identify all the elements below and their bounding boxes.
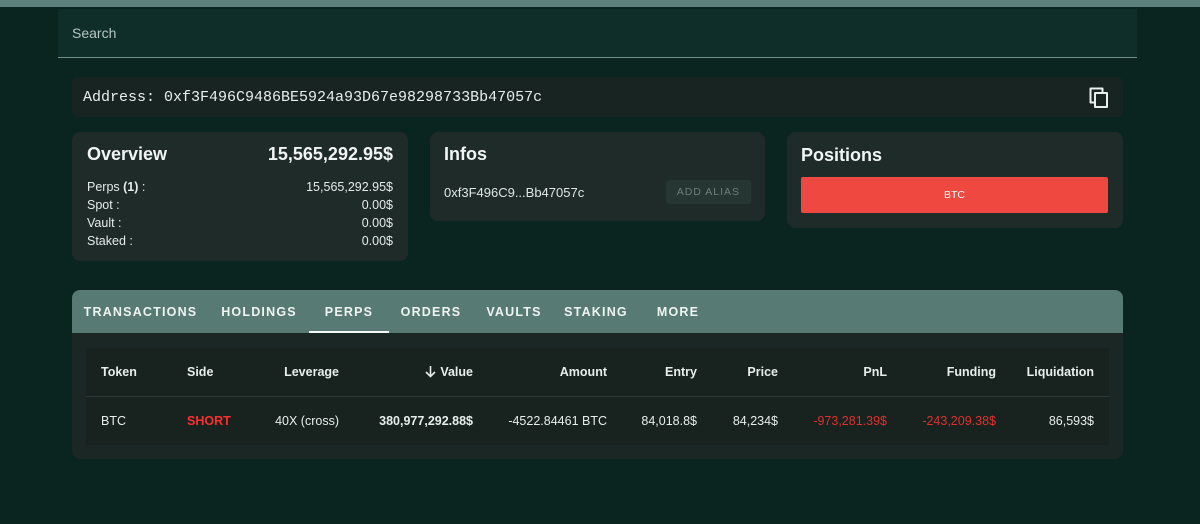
tab-bar: TRANSACTIONS HOLDINGS PERPS ORDERS VAULT… <box>72 290 1123 333</box>
copy-icon[interactable] <box>1089 87 1109 109</box>
overview-row-staked: Staked : 0.00$ <box>87 234 393 248</box>
search-bar[interactable] <box>58 9 1137 58</box>
header-entry[interactable]: Entry <box>665 365 697 379</box>
cell-token: BTC <box>101 414 126 428</box>
overview-row-spot: Spot : 0.00$ <box>87 198 393 212</box>
infos-short-address: 0xf3F496C9...Bb47057c <box>444 184 585 200</box>
address-value: 0xf3F496C9486BE5924a93D67e98298733Bb4705… <box>164 88 543 106</box>
overview-card: Overview 15,565,292.95$ Perps (1) : 15,5… <box>72 132 408 261</box>
tab-orders[interactable]: ORDERS <box>389 290 473 333</box>
tab-more[interactable]: MORE <box>637 290 719 333</box>
cell-pnl: -973,281.39$ <box>813 414 887 428</box>
tab-transactions[interactable]: TRANSACTIONS <box>72 290 209 333</box>
position-btc-bar[interactable]: BTC <box>801 177 1108 213</box>
header-pnl[interactable]: PnL <box>863 365 887 379</box>
overview-perps-value: 15,565,292.95$ <box>306 180 393 194</box>
tab-staking[interactable]: STAKING <box>555 290 637 333</box>
header-leverage[interactable]: Leverage <box>284 365 339 379</box>
top-strip <box>0 0 1200 7</box>
tab-vaults[interactable]: VAULTS <box>473 290 555 333</box>
overview-row-perps: Perps (1) : 15,565,292.95$ <box>87 180 393 194</box>
overview-row-vault: Vault : 0.00$ <box>87 216 393 230</box>
overview-title: Overview <box>87 144 168 164</box>
address-bar: Address: 0xf3F496C9486BE5924a93D67e98298… <box>72 77 1123 117</box>
infos-card: Infos 0xf3F496C9...Bb47057c ADD ALIAS <box>430 132 765 221</box>
cell-entry: 84,018.8$ <box>641 414 697 428</box>
add-alias-button[interactable]: ADD ALIAS <box>665 180 751 204</box>
header-funding[interactable]: Funding <box>947 365 996 379</box>
infos-title: Infos <box>444 144 487 164</box>
cell-value: 380,977,292.88$ <box>379 414 473 428</box>
header-liquidation[interactable]: Liquidation <box>1027 365 1094 379</box>
cell-price: 84,234$ <box>732 414 778 428</box>
search-input[interactable] <box>72 25 1137 41</box>
table-row[interactable]: BTC SHORT 40X (cross) 380,977,292.88$ -4… <box>86 397 1109 445</box>
header-token[interactable]: Token <box>101 365 137 379</box>
header-price[interactable]: Price <box>747 365 778 379</box>
main-panel: TRANSACTIONS HOLDINGS PERPS ORDERS VAULT… <box>72 290 1123 459</box>
positions-card: Positions BTC <box>787 132 1123 228</box>
overview-total: 15,565,292.95$ <box>267 144 393 164</box>
cell-leverage: 40X (cross) <box>275 414 339 428</box>
tab-holdings[interactable]: HOLDINGS <box>209 290 309 333</box>
cell-amount: -4522.84461 BTC <box>508 414 607 428</box>
tab-perps[interactable]: PERPS <box>309 290 389 333</box>
table-header: Token Side Leverage Value Amount Entry P… <box>86 348 1109 397</box>
cell-side: SHORT <box>187 414 231 428</box>
arrow-down-icon <box>425 366 436 378</box>
positions-title: Positions <box>801 145 883 165</box>
header-side[interactable]: Side <box>187 365 213 379</box>
header-value[interactable]: Value <box>425 365 473 379</box>
cell-liquidation: 86,593$ <box>1048 414 1094 428</box>
address-label: Address: <box>83 88 156 106</box>
header-amount[interactable]: Amount <box>560 365 607 379</box>
cell-funding: -243,209.38$ <box>922 414 996 428</box>
perps-table: Token Side Leverage Value Amount Entry P… <box>86 348 1109 445</box>
